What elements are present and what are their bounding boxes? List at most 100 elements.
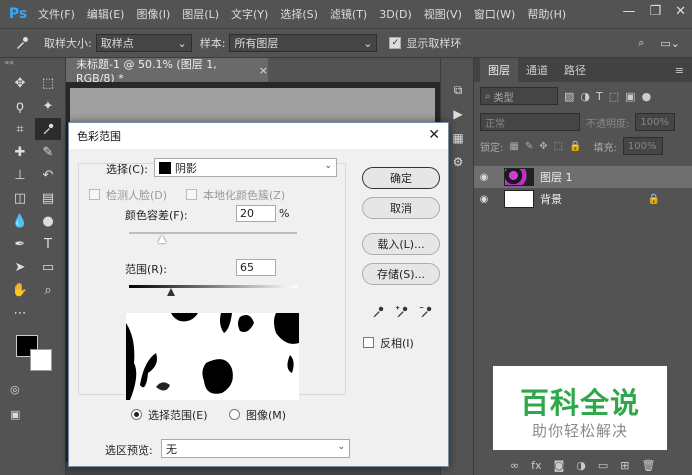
crop-tool-icon[interactable]: ⌗ (7, 118, 33, 140)
group-icon[interactable]: ▭ (598, 459, 608, 472)
range-slider-track[interactable] (129, 285, 297, 288)
eye-icon[interactable]: ◉ (474, 194, 494, 205)
trash-icon[interactable]: 🗑 (641, 459, 655, 472)
lock-all-icon[interactable]: 🔒 (569, 141, 581, 152)
selection-radio[interactable] (131, 409, 142, 420)
eye-icon[interactable]: ◉ (474, 172, 494, 183)
magic-wand-tool-icon[interactable]: ✦ (35, 95, 61, 117)
sample-size-select[interactable]: 取样点 ⌄ (95, 34, 192, 52)
image-filter-icon[interactable]: ▨ (564, 90, 574, 103)
adjustment-filter-icon[interactable]: ◑ (580, 90, 590, 103)
zoom-tool-icon[interactable]: ⌕ (35, 279, 61, 301)
menu-select[interactable]: 选择(S) (274, 6, 324, 22)
eyedropper-plus-icon[interactable] (395, 305, 409, 322)
toolbox-grip[interactable]: ◂◂ (0, 58, 65, 72)
lock-paint-icon[interactable]: ✎ (525, 141, 533, 152)
lock-artboard-icon[interactable]: ⬚ (554, 141, 563, 152)
shape-filter-icon[interactable]: ⬚ (609, 90, 619, 103)
history-brush-tool-icon[interactable]: ↶ (35, 164, 61, 186)
menu-file[interactable]: 文件(F) (32, 6, 81, 22)
workspace-icon[interactable]: ▭⌄ (660, 37, 680, 50)
type-tool-icon[interactable]: T (35, 233, 61, 255)
fuzziness-slider-thumb[interactable] (158, 235, 166, 243)
fuzziness-input[interactable]: 20 (236, 205, 276, 222)
tab-layers[interactable]: 图层 (480, 58, 518, 82)
selection-preview-select[interactable]: 无 ⌄ (161, 439, 350, 458)
menu-type[interactable]: 文字(Y) (225, 6, 274, 22)
gradient-tool-icon[interactable]: ▤ (35, 187, 61, 209)
hand-tool-icon[interactable]: ✋ (7, 279, 33, 301)
selection-preview[interactable] (126, 313, 299, 400)
search-icon[interactable]: ⌕ (638, 36, 644, 50)
detect-faces-checkbox[interactable] (89, 189, 100, 200)
add-mask-icon[interactable]: ◙ (554, 459, 565, 472)
tab-channels[interactable]: 通道 (518, 58, 556, 82)
more-tools-icon[interactable]: ⋯ (7, 302, 33, 324)
select-dropdown[interactable]: 阴影 ⌄ (154, 158, 337, 177)
smart-object-filter-icon[interactable]: ▣ (625, 90, 635, 103)
maximize-icon[interactable]: ❐ (649, 4, 661, 19)
document-tab[interactable]: 未标题-1 @ 50.1% (图层 1, RGB/8) * × (66, 58, 268, 85)
history-panel-icon[interactable]: ⧉ (441, 78, 475, 102)
localized-clusters-checkbox[interactable] (186, 189, 197, 200)
quick-mask-icon[interactable]: ◎ (10, 383, 20, 396)
eyedropper-tool-icon[interactable] (35, 118, 61, 140)
brush-tool-icon[interactable]: ✎ (35, 141, 61, 163)
healing-brush-tool-icon[interactable]: ✚ (7, 141, 33, 163)
menu-edit[interactable]: 编辑(E) (81, 6, 131, 22)
link-layers-icon[interactable]: ∞ (510, 459, 519, 472)
show-ring-checkbox[interactable]: ✓ (389, 37, 402, 49)
dodge-tool-icon[interactable]: ● (35, 210, 61, 232)
eyedropper-minus-icon[interactable] (419, 305, 433, 322)
menu-filter[interactable]: 滤镜(T) (324, 6, 373, 22)
filter-toggle-icon[interactable]: ● (642, 90, 652, 103)
sample-select[interactable]: 所有图层 ⌄ (229, 34, 378, 52)
ok-button[interactable]: 确定 (362, 167, 440, 189)
panel-menu-icon[interactable]: ≡ (675, 64, 684, 77)
menu-layer[interactable]: 图层(L) (176, 6, 225, 22)
close-icon[interactable]: ✕ (428, 127, 440, 143)
new-layer-icon[interactable]: ⊞ (620, 459, 629, 472)
type-filter-icon[interactable]: T (596, 90, 603, 103)
image-radio[interactable] (229, 409, 240, 420)
fill-input[interactable]: 100% (622, 137, 663, 155)
pen-tool-icon[interactable]: ✒ (7, 233, 33, 255)
load-button[interactable]: 载入(L)... (362, 233, 440, 255)
path-selection-tool-icon[interactable]: ➤ (7, 256, 33, 278)
blur-tool-icon[interactable]: 💧 (7, 210, 33, 232)
save-button[interactable]: 存储(S)... (362, 263, 440, 285)
opacity-input[interactable]: 100% (635, 113, 676, 131)
lasso-tool-icon[interactable]: ϙ (7, 95, 33, 117)
cancel-button[interactable]: 取消 (362, 197, 440, 219)
range-input[interactable]: 65 (236, 259, 276, 276)
marquee-tool-icon[interactable]: ⬚ (35, 72, 61, 94)
close-icon[interactable]: ✕ (675, 4, 686, 19)
menu-3d[interactable]: 3D(D) (373, 8, 418, 21)
adjustment-layer-icon[interactable]: ◑ (576, 459, 586, 472)
range-slider-thumb[interactable] (167, 288, 175, 296)
minimize-icon[interactable]: — (622, 4, 635, 19)
eyedropper-tool-preset-icon[interactable] (8, 32, 36, 54)
shape-tool-icon[interactable]: ▭ (35, 256, 61, 278)
layer-kind-filter[interactable]: ⌕ 类型 (480, 87, 558, 105)
invert-checkbox[interactable] (363, 337, 374, 348)
stamp-tool-icon[interactable]: ⊥ (7, 164, 33, 186)
fuzziness-slider-track[interactable] (129, 232, 297, 234)
eraser-tool-icon[interactable]: ◫ (7, 187, 33, 209)
menu-help[interactable]: 帮助(H) (521, 6, 572, 22)
layer-item[interactable]: ◉ 背景 🔒 (474, 188, 692, 210)
close-icon[interactable]: × (259, 64, 268, 77)
eyedropper-icon[interactable] (371, 305, 385, 322)
layer-item[interactable]: ◉ 图层 1 (474, 166, 692, 188)
move-tool-icon[interactable]: ✥ (7, 72, 33, 94)
tab-paths[interactable]: 路径 (556, 58, 594, 82)
menu-view[interactable]: 视图(V) (418, 6, 468, 22)
background-color[interactable] (30, 349, 52, 371)
screen-mode-icon[interactable]: ▣ (10, 408, 20, 421)
menu-window[interactable]: 窗口(W) (468, 6, 521, 22)
menu-image[interactable]: 图像(I) (130, 6, 176, 22)
fx-icon[interactable]: fx (531, 459, 541, 472)
blend-mode-select[interactable]: 正常 (480, 113, 580, 131)
lock-position-icon[interactable]: ✥ (539, 141, 547, 152)
lock-transparency-icon[interactable]: ▦ (509, 141, 518, 152)
